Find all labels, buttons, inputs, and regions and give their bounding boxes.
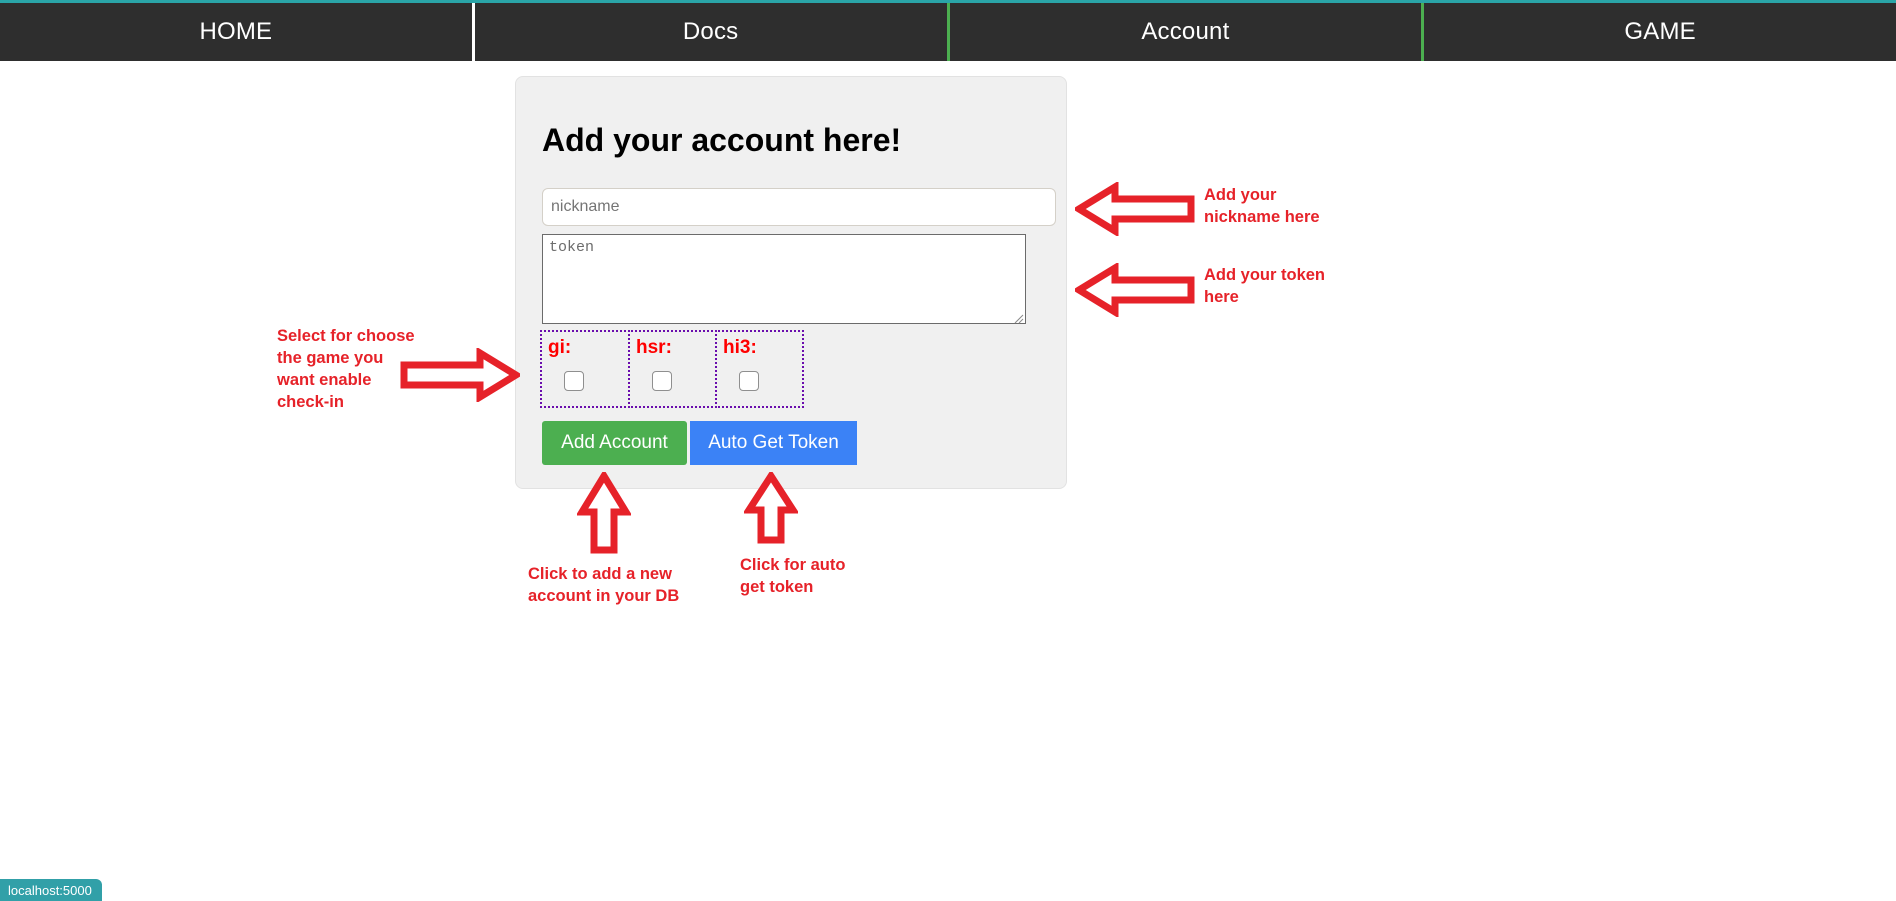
checkbox-label-hsr: hsr: — [636, 337, 672, 358]
arrow-left-token-icon — [1075, 263, 1195, 317]
main-navigation: HOME Docs Account GAME — [0, 0, 1896, 61]
arrow-right-checkbox-icon — [400, 348, 520, 402]
page-root: HOME Docs Account GAME Add your account … — [0, 0, 1896, 901]
nav-tab-account-label: Account — [1141, 18, 1230, 45]
nav-tab-home-label: HOME — [199, 18, 273, 45]
checkbox-group-gi: gi: — [540, 330, 630, 408]
game-checkbox-row: gi: hsr: hi3: — [540, 330, 804, 408]
annotation-auto-token: Click for auto get token — [740, 556, 846, 596]
arrow-up-add-account-icon — [577, 472, 631, 554]
nav-tab-game[interactable]: GAME — [1424, 3, 1896, 61]
annotation-nickname: Add your nickname here — [1204, 186, 1320, 226]
status-bar-text: localhost:5000 — [8, 882, 92, 898]
nav-tab-docs[interactable]: Docs — [474, 3, 950, 61]
nav-tab-account[interactable]: Account — [949, 3, 1425, 61]
status-bar: localhost:5000 — [0, 879, 102, 901]
add-account-button[interactable]: Add Account — [542, 421, 687, 465]
card-title: Add your account here! — [542, 122, 902, 158]
checkbox-gi[interactable] — [564, 371, 584, 391]
annotation-checkbox: Select for choose the game you want enab… — [277, 327, 415, 411]
token-textarea[interactable] — [542, 234, 1026, 324]
nav-tab-docs-label: Docs — [682, 18, 739, 45]
add-account-card: Add your account here! gi: hsr: hi3: Add… — [515, 76, 1067, 489]
arrow-left-nickname-icon — [1075, 182, 1195, 236]
annotation-add-account: Click to add a new account in your DB — [528, 565, 680, 605]
arrow-up-auto-token-icon — [744, 472, 798, 544]
auto-get-token-button[interactable]: Auto Get Token — [690, 421, 857, 465]
checkbox-group-hi3: hi3: — [715, 330, 804, 408]
checkbox-group-hsr: hsr: — [628, 330, 717, 408]
checkbox-hsr[interactable] — [652, 371, 672, 391]
nav-tab-game-label: GAME — [1624, 18, 1696, 45]
nickname-input[interactable] — [542, 188, 1056, 226]
annotation-token: Add your token here — [1204, 266, 1326, 306]
nav-tab-home[interactable]: HOME — [0, 3, 475, 61]
checkbox-hi3[interactable] — [739, 371, 759, 391]
checkbox-label-gi: gi: — [548, 337, 572, 358]
checkbox-label-hi3: hi3: — [723, 337, 757, 358]
